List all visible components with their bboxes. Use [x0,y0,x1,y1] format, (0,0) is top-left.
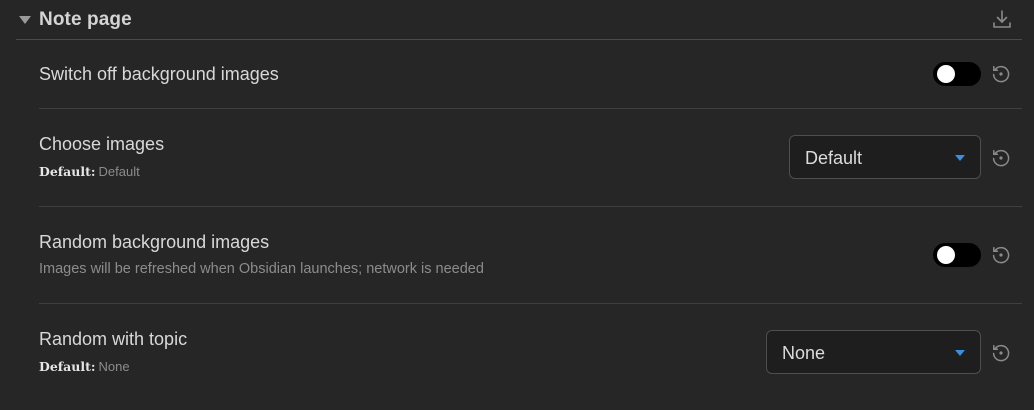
setting-name: Choose images [39,134,165,154]
section-title: Note page [39,8,132,30]
reset-icon[interactable] [990,244,1012,266]
setting-random-with-topic: Random with topic Default: None None [39,304,1022,404]
setting-random-background-images: Random background images Images will be … [39,207,1022,304]
toggle-knob [937,65,955,83]
setting-description: Images will be refreshed when Obsidian l… [39,261,484,277]
caret-down-icon[interactable] [19,16,31,24]
reset-icon[interactable] [990,63,1012,85]
reset-icon[interactable] [990,147,1012,169]
dropdown-selected-value: None [782,343,826,363]
default-label: Default: [39,359,96,374]
setting-name: Switch off background images [39,64,279,84]
chevron-down-icon [955,350,965,356]
random-with-topic-dropdown[interactable]: None [766,330,981,374]
section-collapse-toggle[interactable]: Note page [16,9,132,31]
setting-switch-off-background-images: Switch off background images [39,40,1022,109]
setting-choose-images: Choose images Default: Default Default [39,109,1022,207]
default-hint: Default: None [39,359,130,374]
default-label: Default: [39,164,96,179]
settings-panel: Note page Switch off background images C… [0,0,1034,410]
download-icon[interactable] [990,7,1014,31]
default-value: None [98,359,130,374]
setting-name: Random with topic [39,329,188,349]
random-background-images-toggle[interactable] [933,243,981,267]
chevron-down-icon [955,155,965,161]
default-value: Default [98,164,140,179]
dropdown-selected-value: Default [805,148,863,168]
setting-name: Random background images [39,232,270,252]
reset-icon[interactable] [990,342,1012,364]
switch-off-background-images-toggle[interactable] [933,62,981,86]
choose-images-dropdown[interactable]: Default [789,135,981,179]
section-header-note-page: Note page [16,0,1022,40]
toggle-knob [937,246,955,264]
default-hint: Default: Default [39,164,140,179]
